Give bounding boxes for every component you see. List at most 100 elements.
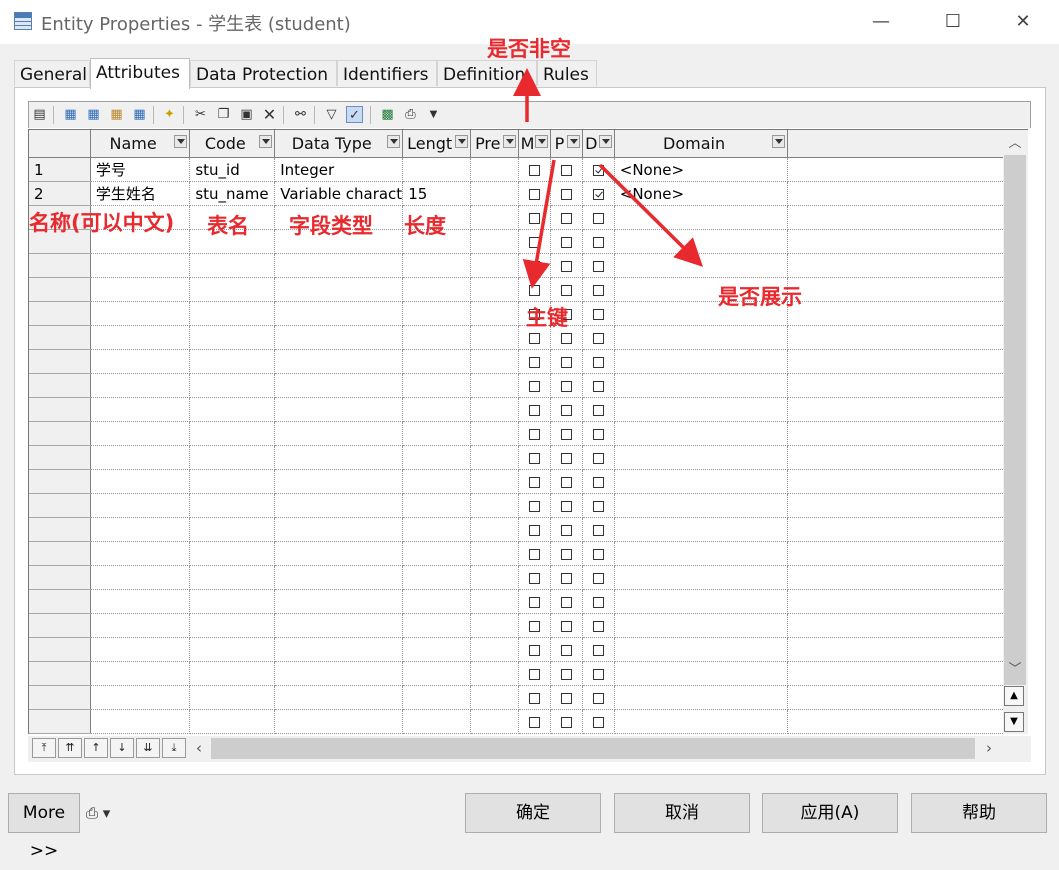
code-cell[interactable]	[189, 733, 276, 734]
precision-cell[interactable]	[470, 613, 519, 638]
displayed-checkbox[interactable]	[592, 236, 604, 248]
displayed-checkbox[interactable]	[592, 188, 604, 200]
code-cell[interactable]	[189, 397, 276, 422]
length-cell[interactable]	[402, 373, 472, 398]
precision-cell[interactable]	[470, 565, 519, 590]
name-cell[interactable]	[90, 325, 191, 350]
data-type-cell[interactable]	[274, 589, 404, 614]
filler-cell[interactable]	[787, 613, 1003, 638]
code-cell[interactable]	[189, 277, 276, 302]
code-cell[interactable]: stu_id	[189, 157, 276, 182]
precision-cell[interactable]	[470, 589, 519, 614]
precision-cell[interactable]	[470, 469, 519, 494]
length-cell[interactable]	[402, 661, 472, 686]
primary-checkbox[interactable]	[560, 548, 572, 560]
precision-cell[interactable]	[470, 373, 519, 398]
row-number[interactable]	[29, 637, 91, 662]
mandatory-checkbox[interactable]	[528, 572, 540, 584]
primary-checkbox[interactable]	[560, 716, 572, 728]
help-button[interactable]: 帮助	[911, 793, 1047, 833]
apply-button[interactable]: 应用(A)	[762, 793, 898, 833]
move-down-page-icon[interactable]: ⇊	[136, 738, 160, 758]
data-type-cell[interactable]	[274, 517, 404, 542]
filler-cell[interactable]	[787, 661, 1003, 686]
data-type-cell[interactable]	[274, 613, 404, 638]
filler-cell[interactable]	[787, 157, 1003, 182]
domain-cell[interactable]	[614, 541, 789, 566]
domain-cell[interactable]	[614, 589, 789, 614]
table-row[interactable]	[29, 469, 1003, 494]
name-cell[interactable]	[90, 469, 191, 494]
row-number[interactable]	[29, 469, 91, 494]
maximize-button[interactable]: ☐	[930, 4, 976, 40]
cut-icon[interactable]: ✂	[192, 106, 209, 123]
domain-cell[interactable]	[614, 205, 789, 230]
filler-cell[interactable]	[787, 277, 1003, 302]
length-cell[interactable]	[402, 565, 472, 590]
primary-checkbox[interactable]	[560, 524, 572, 536]
precision-cell[interactable]	[470, 421, 519, 446]
table-row[interactable]	[29, 301, 1003, 326]
primary-checkbox[interactable]	[560, 668, 572, 680]
mandatory-checkbox[interactable]	[528, 500, 540, 512]
column-header-data-type[interactable]: Data Type	[274, 130, 404, 158]
print-options-icon[interactable]: ⎙ ▾	[86, 804, 110, 822]
data-type-cell[interactable]	[274, 349, 404, 374]
primary-checkbox[interactable]	[560, 380, 572, 392]
table-row[interactable]	[29, 733, 1003, 734]
tab-identifiers[interactable]: Identifiers	[337, 60, 437, 86]
scroll-up-icon[interactable]: ︿	[1004, 134, 1026, 154]
row-number[interactable]	[29, 253, 91, 278]
displayed-checkbox[interactable]	[592, 284, 604, 296]
table-row[interactable]: 2 学生姓名 stu_name Variable charact 15 <None>	[29, 181, 1003, 206]
table-row[interactable]	[29, 589, 1003, 614]
table-row[interactable]	[29, 637, 1003, 662]
length-cell[interactable]	[402, 445, 472, 470]
name-cell[interactable]	[90, 301, 191, 326]
table-row[interactable]	[29, 565, 1003, 590]
length-cell[interactable]	[402, 589, 472, 614]
filler-cell[interactable]	[787, 325, 1003, 350]
mandatory-checkbox[interactable]	[528, 644, 540, 656]
filler-cell[interactable]	[787, 733, 1003, 734]
mandatory-checkbox[interactable]	[528, 404, 540, 416]
displayed-checkbox[interactable]	[592, 572, 604, 584]
displayed-checkbox[interactable]	[592, 260, 604, 272]
displayed-checkbox[interactable]	[592, 644, 604, 656]
filler-cell[interactable]	[787, 637, 1003, 662]
displayed-checkbox[interactable]	[592, 428, 604, 440]
move-up-page-icon[interactable]: ⇈	[58, 738, 82, 758]
row-number[interactable]	[29, 301, 91, 326]
table-row[interactable]	[29, 349, 1003, 374]
length-cell[interactable]: 15	[402, 181, 472, 206]
row-number[interactable]	[29, 661, 91, 686]
excel-icon[interactable]: ▩	[379, 106, 396, 123]
mandatory-checkbox[interactable]	[528, 548, 540, 560]
tab-attributes[interactable]: Attributes	[90, 58, 190, 89]
insert-row-icon[interactable]: ▦	[85, 106, 102, 123]
move-up-icon[interactable]: ↑	[84, 738, 108, 758]
reuse-attributes-icon[interactable]: ▦	[131, 106, 148, 123]
row-number[interactable]	[29, 277, 91, 302]
length-cell[interactable]	[402, 397, 472, 422]
table-row[interactable]	[29, 277, 1003, 302]
row-number[interactable]	[29, 613, 91, 638]
data-type-cell[interactable]	[274, 301, 404, 326]
precision-cell[interactable]	[470, 709, 519, 734]
row-number[interactable]	[29, 589, 91, 614]
filler-cell[interactable]	[787, 685, 1003, 710]
code-cell[interactable]	[189, 301, 276, 326]
name-cell[interactable]	[90, 661, 191, 686]
length-cell[interactable]	[402, 709, 472, 734]
data-type-cell[interactable]	[274, 469, 404, 494]
table-row[interactable]	[29, 205, 1003, 230]
primary-checkbox[interactable]	[560, 620, 572, 632]
data-type-cell[interactable]	[274, 661, 404, 686]
mandatory-checkbox[interactable]	[528, 668, 540, 680]
table-row[interactable]	[29, 325, 1003, 350]
table-row[interactable]	[29, 709, 1003, 734]
table-row[interactable]	[29, 421, 1003, 446]
table-row[interactable]	[29, 685, 1003, 710]
domain-cell[interactable]	[614, 229, 789, 254]
data-type-cell[interactable]	[274, 565, 404, 590]
